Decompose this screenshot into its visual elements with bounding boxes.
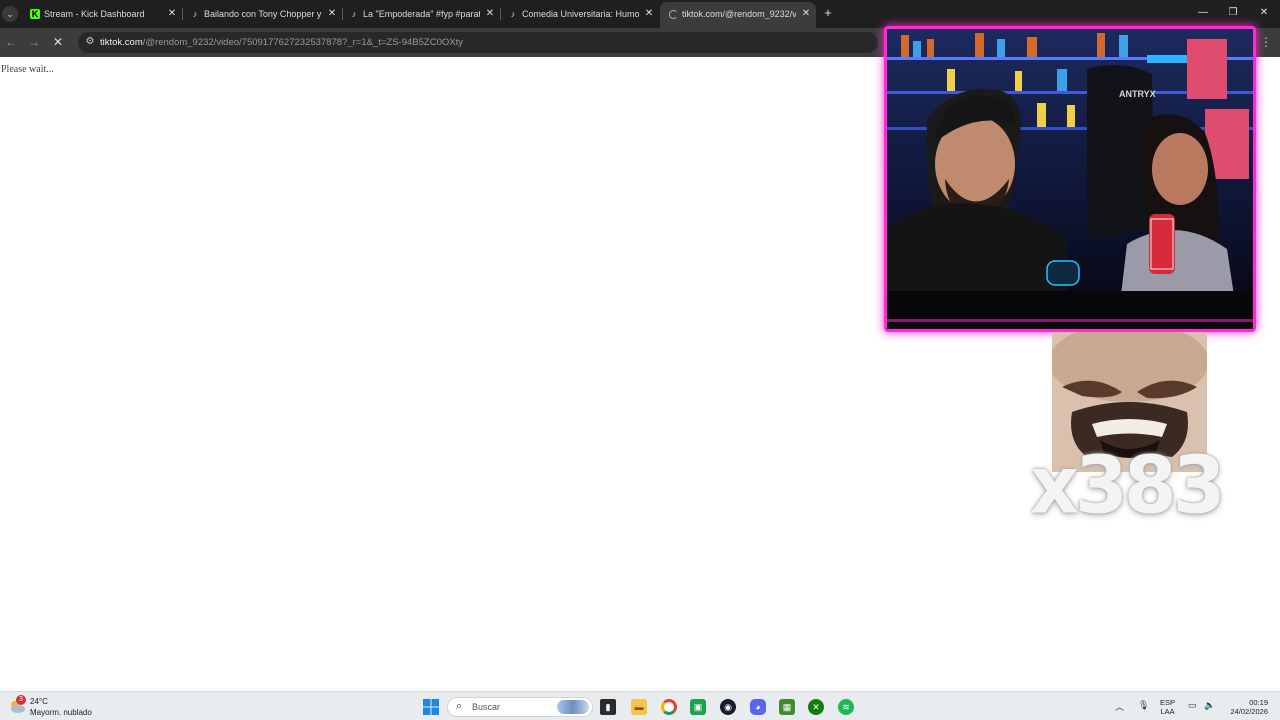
tab-tiktok-active[interactable]: tiktok.com/@rendom_9232/vid ✕ <box>660 2 816 28</box>
notification-badge: 3 <box>16 695 26 705</box>
stop-loading-icon[interactable]: ✕ <box>50 34 66 50</box>
tiktok-logo-icon: ♪ <box>192 9 198 19</box>
url-path: /@rendom_9232/video/7509177627232537878?… <box>142 37 463 48</box>
tiktok-logo-icon: ♪ <box>351 9 357 19</box>
screen: ⌄ K Stream - Kick Dashboard ✕ ♪ Bailando… <box>0 0 1280 720</box>
new-tab-button[interactable]: + <box>820 5 836 21</box>
tab-title: tiktok.com/@rendom_9232/vid <box>682 9 796 19</box>
weather-widget[interactable]: 3 24°C Mayorm. nublado <box>0 692 110 720</box>
tab-tiktok-bailando[interactable]: ♪ Bailando con Tony Chopper y N ✕ <box>182 3 342 25</box>
display-icon[interactable]: ▭ <box>1188 700 1197 711</box>
tab-close-icon[interactable]: ✕ <box>800 2 812 26</box>
windows-taskbar: 3 24°C Mayorm. nublado ⌕ Buscar ▮ ▬ ▣ ◉ … <box>0 691 1280 720</box>
forward-arrow-icon[interactable]: → <box>26 34 42 50</box>
back-arrow-icon[interactable]: ← <box>3 34 19 50</box>
weather-description: Mayorm. nublado <box>30 708 92 717</box>
file-explorer-icon[interactable]: ▬ <box>631 699 647 715</box>
clock-time: 00:19 <box>1249 698 1268 707</box>
circle-app-icon[interactable]: ◉ <box>720 699 736 715</box>
search-icon: ⌕ <box>456 700 463 712</box>
system-clock[interactable]: 00:19 24/02/2026 <box>1222 698 1268 716</box>
loading-spinner-icon <box>669 10 678 19</box>
taskbar-search-box[interactable]: ⌕ Buscar <box>447 697 593 717</box>
webcam-overlay: ANTRYX <box>884 26 1256 332</box>
language-indicator[interactable]: ESP LAA <box>1160 698 1175 716</box>
tab-close-icon[interactable]: ✕ <box>484 3 496 25</box>
tab-kick-dashboard[interactable]: K Stream - Kick Dashboard ✕ <box>22 3 182 25</box>
discord-icon[interactable]: ◕ <box>750 699 766 715</box>
browser-tab-strip: ⌄ K Stream - Kick Dashboard ✕ ♪ Bailando… <box>0 0 1280 28</box>
browser-menu-icon[interactable]: ⋮ <box>1258 34 1274 50</box>
kick-logo-icon: K <box>30 9 40 19</box>
close-window-icon[interactable]: ✕ <box>1252 4 1276 22</box>
minimize-icon[interactable]: — <box>1191 4 1215 22</box>
keyboard-layout: LAA <box>1160 707 1175 716</box>
weather-temperature: 24°C <box>30 697 48 706</box>
tab-close-icon[interactable]: ✕ <box>643 3 655 25</box>
search-placeholder: Buscar <box>472 702 501 712</box>
tab-title: Comedia Universitaria: Humor <box>522 9 639 19</box>
loading-message: Please wait... <box>1 64 54 75</box>
tab-title: Stream - Kick Dashboard <box>44 9 145 19</box>
tab-close-icon[interactable]: ✕ <box>326 3 338 25</box>
chair-brand-text: ANTRYX <box>1119 89 1156 99</box>
language-code: ESP <box>1160 698 1176 707</box>
windows-start-icon[interactable] <box>423 699 439 715</box>
tab-tiktok-comedia[interactable]: ♪ Comedia Universitaria: Humor ✕ <box>500 3 659 25</box>
volume-icon[interactable]: 🔈 <box>1204 700 1215 711</box>
show-hidden-icons-chevron-icon[interactable]: ︿ <box>1115 700 1124 713</box>
search-highlight-icon <box>557 700 589 714</box>
xbox-icon[interactable]: ✕ <box>808 699 824 715</box>
minecraft-icon[interactable]: ▦ <box>779 699 795 715</box>
tab-search-menu-button[interactable]: ⌄ <box>2 6 18 22</box>
address-bar[interactable]: ⚙ tiktok.com/@rendom_9232/video/75091776… <box>78 32 878 53</box>
combo-counter: x383 <box>1030 437 1226 532</box>
tiktok-logo-icon: ♪ <box>510 9 516 19</box>
tab-title: Bailando con Tony Chopper y N <box>204 9 322 19</box>
chrome-icon[interactable] <box>661 699 677 715</box>
spotify-icon[interactable]: ≋ <box>838 699 854 715</box>
webcam-feed: ANTRYX <box>887 29 1253 329</box>
url-host: tiktok.com <box>100 37 143 48</box>
task-view-icon[interactable]: ▮ <box>600 699 616 715</box>
url-text[interactable]: tiktok.com/@rendom_9232/video/7509177627… <box>100 32 463 53</box>
restore-icon[interactable]: ❐ <box>1221 4 1245 22</box>
tab-tiktok-empoderada[interactable]: ♪ La "Empoderada" #fyp #parati ✕ <box>341 3 500 25</box>
tab-close-icon[interactable]: ✕ <box>166 3 178 25</box>
green-app-icon[interactable]: ▣ <box>690 699 706 715</box>
microphone-icon[interactable]: 🎙 <box>1138 700 1149 711</box>
clock-date: 24/02/2026 <box>1230 707 1268 716</box>
tab-title: La "Empoderada" #fyp #parati <box>363 9 480 19</box>
site-settings-icon[interactable]: ⚙ <box>83 35 97 49</box>
